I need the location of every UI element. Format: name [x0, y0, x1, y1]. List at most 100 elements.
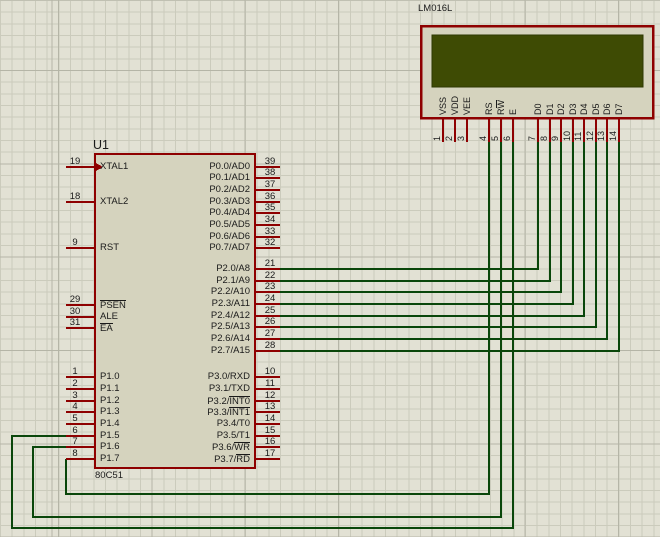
pin-label: P3.1/TXD: [209, 384, 250, 394]
pin-label: P1.3: [100, 407, 120, 417]
pin-number: 38: [257, 168, 283, 178]
pin-label: P2.1/A9: [216, 276, 250, 286]
wire-d3[interactable]: [280, 142, 573, 304]
pin-number: 13: [257, 402, 283, 412]
pin-number: 31: [62, 318, 88, 328]
lcd-pin-number: 9: [550, 119, 560, 141]
lcd-pin-number: 14: [608, 119, 618, 141]
lcd-pin-number: 3: [456, 119, 466, 141]
pin-label: XTAL2: [100, 197, 128, 207]
lcd-pin-number: 5: [490, 119, 500, 141]
pin-label: P3.5/T1: [217, 431, 250, 441]
u1-part-name: 80C51: [95, 471, 123, 481]
pin-label: RST: [100, 243, 119, 253]
pin-number: 29: [62, 295, 88, 305]
pin-number: 11: [257, 379, 283, 389]
lcd-pin-label: D1: [545, 85, 555, 115]
pin-number: 25: [257, 306, 283, 316]
lcd-pin-label: E: [508, 85, 518, 115]
pin-number: 24: [257, 294, 283, 304]
lcd-pin-number: 11: [573, 119, 583, 141]
pin-label: P2.7/A15: [211, 346, 250, 356]
pin-label: P3.4/T0: [217, 419, 250, 429]
pin-number: 22: [257, 271, 283, 281]
pin-number: 18: [62, 192, 88, 202]
lcd-pin-label: VSS: [438, 85, 448, 115]
wire-d5[interactable]: [280, 142, 596, 327]
pin-label: P1.2: [100, 396, 120, 406]
pin-number: 27: [257, 329, 283, 339]
pin-label: P3.6/WR: [212, 442, 250, 453]
pin-label: P2.2/A10: [211, 287, 250, 297]
lcd-pin-label: D3: [568, 85, 578, 115]
lcd-pin-number: 10: [562, 119, 572, 141]
pin-label: P1.1: [100, 384, 120, 394]
lcd-pin-label: D2: [556, 85, 566, 115]
pin-label: P2.0/A8: [216, 264, 250, 274]
pin-number: 39: [257, 157, 283, 167]
pin-label: P0.7/AD7: [209, 243, 250, 253]
pin-number: 1: [62, 367, 88, 377]
schematic-graphics: [0, 0, 660, 537]
pin-label: XTAL1: [100, 162, 128, 172]
lcd-part-name: LM016L: [418, 4, 452, 14]
pin-label: P1.5: [100, 431, 120, 441]
pin-label: P0.2/AD2: [209, 185, 250, 195]
pin-label: P3.2/INT0: [207, 396, 250, 407]
wire-d0[interactable]: [280, 142, 538, 269]
pin-label: P3.7/RD: [214, 454, 250, 465]
pin-number: 21: [257, 259, 283, 269]
schematic-canvas: U1 80C51 LM016L XTAL1 XTAL2 RST PSEN ALE…: [0, 0, 660, 537]
pin-label: P3.3/INT1: [207, 407, 250, 418]
lcd-pin-number: 6: [502, 119, 512, 141]
lcd-pin-number: 1: [432, 119, 442, 141]
lcd-pin-number: 4: [478, 119, 488, 141]
pin-label: P0.6/AD6: [209, 232, 250, 242]
pin-label: P0.5/AD5: [209, 220, 250, 230]
lcd-pin-label: D4: [579, 85, 589, 115]
pin-number: 17: [257, 449, 283, 459]
pin-number: 30: [62, 307, 88, 317]
pin-label: P0.3/AD3: [209, 197, 250, 207]
pin-number: 32: [257, 238, 283, 248]
pin-number: 4: [62, 402, 88, 412]
pin-label: P1.7: [100, 454, 120, 464]
pin-number: 28: [257, 341, 283, 351]
pin-number: 8: [62, 449, 88, 459]
pin-label: PSEN: [100, 300, 126, 311]
lcd-pin-label: D5: [591, 85, 601, 115]
pin-label: P1.6: [100, 442, 120, 452]
pin-number: 12: [257, 391, 283, 401]
lcd-pin-label: D6: [602, 85, 612, 115]
wire-d1[interactable]: [280, 142, 550, 281]
pin-number: 2: [62, 379, 88, 389]
pin-number: 33: [257, 227, 283, 237]
lcd-pin-label: VDD: [450, 85, 460, 115]
pin-number: 19: [62, 157, 88, 167]
pin-label: P1.0: [100, 372, 120, 382]
pin-label: EA: [100, 323, 113, 334]
pin-label: P2.5/A13: [211, 322, 250, 332]
lcd-pin-label: RS: [484, 85, 494, 115]
wire-d7[interactable]: [280, 142, 619, 351]
pin-number: 7: [62, 437, 88, 447]
u1-reference: U1: [93, 139, 109, 152]
lcd-pin-number: 2: [444, 119, 454, 141]
pin-number: 6: [62, 426, 88, 436]
wire-d6[interactable]: [280, 142, 607, 339]
pin-label: P0.1/AD1: [209, 173, 250, 183]
pin-number: 10: [257, 367, 283, 377]
lcd-pin-label: VEE: [462, 85, 472, 115]
lcd-pin-number: 12: [585, 119, 595, 141]
lcd-pin-label: D0: [533, 85, 543, 115]
pin-number: 14: [257, 414, 283, 424]
lcd-screen: [432, 35, 643, 87]
lcd-pin-number: 8: [539, 119, 549, 141]
lcd-pin-number: 13: [596, 119, 606, 141]
pin-number: 35: [257, 203, 283, 213]
pin-label: P2.4/A12: [211, 311, 250, 321]
pin-number: 36: [257, 192, 283, 202]
pin-label: P1.4: [100, 419, 120, 429]
pin-number: 3: [62, 391, 88, 401]
pin-number: 34: [257, 215, 283, 225]
